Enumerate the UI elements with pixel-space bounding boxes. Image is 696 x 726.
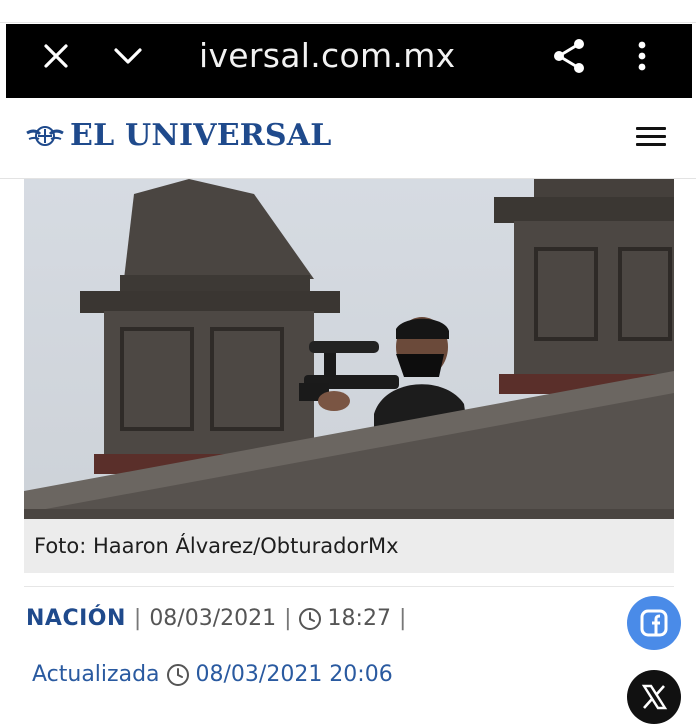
facebook-share-button[interactable] [627, 596, 681, 650]
x-logo-icon [641, 684, 668, 710]
browser-toolbar: iversal.com.mx [6, 24, 692, 98]
eagle-emblem-icon [26, 125, 64, 146]
separator: | [398, 606, 407, 631]
section-link[interactable]: NACIÓN [26, 606, 126, 631]
clock-icon [166, 663, 189, 686]
separator: | [284, 606, 292, 631]
facebook-icon [640, 609, 668, 637]
article-updated: Actualizada 08/03/2021 20:06 [32, 662, 393, 687]
updated-label: Actualizada [32, 662, 160, 687]
status-strip [0, 0, 696, 23]
separator: | [133, 606, 142, 631]
hamburger-menu-icon[interactable] [636, 122, 666, 150]
clock-icon [298, 607, 321, 630]
url-text[interactable]: iversal.com.mx [199, 36, 456, 75]
more-options-button[interactable] [622, 34, 662, 78]
site-logo[interactable]: EL UNIVERSAL [26, 118, 332, 153]
site-header: EL UNIVERSAL [0, 100, 696, 179]
article-photo [24, 179, 674, 519]
close-icon [44, 44, 68, 68]
divider [24, 586, 674, 587]
photo-caption: Foto: Haaron Álvarez/ObturadorMx [24, 519, 674, 573]
logo-text: EL UNIVERSAL [70, 118, 332, 153]
close-button[interactable] [36, 34, 76, 78]
x-share-button[interactable] [627, 670, 681, 724]
updated-datetime: 08/03/2021 20:06 [195, 662, 393, 687]
more-vert-icon [638, 41, 646, 71]
collapse-button[interactable] [108, 34, 148, 78]
chevron-down-icon [114, 48, 142, 64]
publish-time: 18:27 [327, 606, 391, 631]
publish-date: 08/03/2021 [149, 606, 277, 631]
photo-credit: Foto: Haaron Álvarez/ObturadorMx [34, 534, 399, 558]
share-icon [554, 39, 584, 73]
article-meta: NACIÓN | 08/03/2021 | 18:27 | [26, 606, 414, 631]
share-button[interactable] [549, 34, 589, 78]
